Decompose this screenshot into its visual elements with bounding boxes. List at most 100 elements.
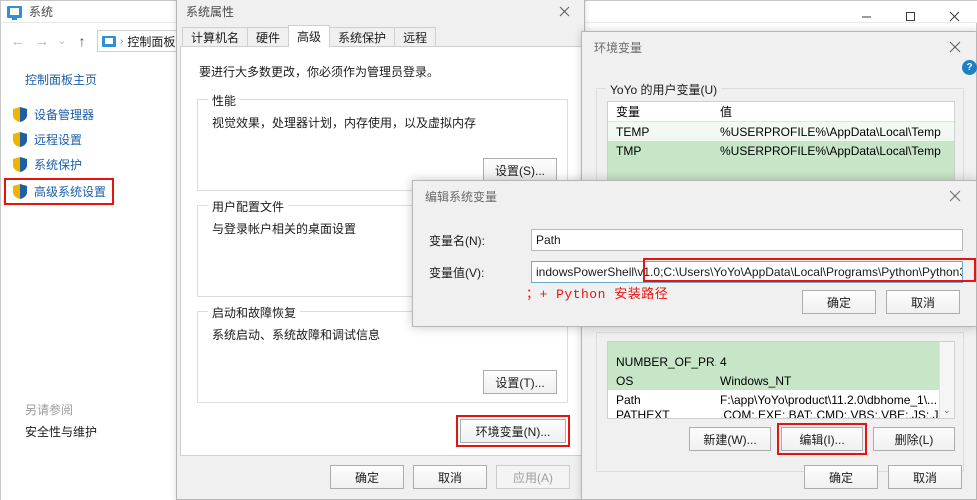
control-panel-home-link[interactable]: 控制面板主页 [1,61,177,88]
system-properties-title: 系统属性 [186,4,235,19]
up-arrow-icon[interactable]: ↑ [71,30,93,52]
system-variables-group: NUMBER_OF_PR... 4 OS Windows_NT Path F:\… [596,332,964,472]
breadcrumb-separator-icon: › [120,35,124,47]
sidebar-item-label: 远程设置 [34,133,83,147]
address-monitor-icon [102,35,116,47]
user-variables-legend: YoYo 的用户变量(U) [606,81,722,98]
edit-system-variable-cancel-button[interactable]: 取消 [886,290,960,314]
performance-legend: 性能 [208,92,241,109]
variable-name-input[interactable]: Path [531,229,963,251]
delete-variable-button[interactable]: 删除(L) [873,427,955,451]
tab-advanced[interactable]: 高级 [288,25,331,47]
shield-icon [13,132,27,147]
edit-system-variable-dialog: 编辑系统变量 变量名(N): Path 变量值(V): indowsPowerS… [412,180,977,327]
variable-value-python-segment: ;C:\Users\YoYo\AppData\Local\Programs\Py… [660,265,963,279]
table-row[interactable]: TEMP %USERPROFILE%\AppData\Local\Temp [608,122,954,141]
variable-value: %USERPROFILE%\AppData\Local\Temp [720,143,941,158]
variable-value: F:\app\YoYo\product\11.2.0\dbhome_1\... [720,392,938,407]
edit-system-variable-ok-button[interactable]: 确定 [802,290,876,314]
sidebar-item-system-protection[interactable]: 系统保护 [1,152,177,177]
tab-hardware[interactable]: 硬件 [247,27,290,47]
minimize-button[interactable] [844,1,888,31]
variable-value-input[interactable]: indowsPowerShell\v1.0 ;C:\Users\YoYo\AppD… [531,261,963,283]
system-variables-scrollbar[interactable]: ⌄ [939,342,954,418]
system-window-title: 系统 [29,5,54,19]
variable-name: TMP [616,143,642,158]
python-path-annotation: ；+ Python 安装路径 [526,287,669,302]
see-also-label: 另请参阅 [25,403,74,417]
environment-variables-ok-button[interactable]: 确定 [804,465,878,489]
breadcrumb-control-panel[interactable]: 控制面板 [127,33,175,50]
table-row[interactable]: NUMBER_OF_PR... 4 [608,352,954,371]
see-also-security-maintenance-link[interactable]: 安全性与维护 [25,423,97,440]
variable-name: NUMBER_OF_PR... [616,354,716,369]
sidebar-item-device-manager[interactable]: 设备管理器 [1,102,177,127]
forward-arrow-icon[interactable]: → [31,30,53,52]
variable-name: TEMP [616,124,650,139]
system-properties-cancel-button[interactable]: 取消 [413,465,487,489]
window-controls [844,1,976,31]
control-panel-link-list: 设备管理器 远程设置 系统保护 高级系统设置 [1,102,177,205]
back-arrow-icon[interactable]: ← [7,30,29,52]
variable-name: PATHEXT [616,409,670,419]
sidebar-item-advanced-system-settings[interactable]: 高级系统设置 [4,178,114,205]
performance-settings-button[interactable]: 设置(S)... [483,158,557,182]
sidebar-item-label: 系统保护 [34,158,83,172]
edit-system-variable-close-icon[interactable] [934,181,976,211]
table-row[interactable]: TMP %USERPROFILE%\AppData\Local\Temp [608,141,954,160]
system-properties-ok-button[interactable]: 确定 [330,465,404,489]
help-question-icon[interactable]: ? [962,60,977,75]
environment-variables-title: 环境变量 [594,40,643,55]
column-header-variable[interactable]: 变量 [608,103,716,120]
performance-description: 视觉效果，处理器计划，内存使用，以及虚拟内存 [212,116,477,130]
startup-recovery-settings-button[interactable]: 设置(T)... [483,370,557,394]
variable-value: 4 [720,354,727,369]
table-row-empty[interactable] [608,160,954,179]
environment-variables-close-icon[interactable] [934,32,976,62]
edit-system-variable-titlebar: 编辑系统变量 [413,181,976,211]
variable-value: %USERPROFILE%\AppData\Local\Temp [720,124,941,139]
sidebar-item-label: 设备管理器 [34,108,95,122]
tab-system-protection[interactable]: 系统保护 [329,27,396,47]
system-properties-tabs: 计算机名 硬件 高级 系统保护 远程 [180,25,583,47]
chevron-down-icon[interactable]: ⌄ [943,405,951,416]
environment-variables-cancel-button[interactable]: 取消 [888,465,962,489]
edit-system-variable-footer: 确定 取消 [802,290,960,314]
table-row[interactable]: PATHEXT .COM;.EXE;.BAT;.CMD;.VBS;.VBE;.J… [608,409,954,419]
variable-value-label: 变量值(V): [429,265,485,280]
new-variable-button[interactable]: 新建(W)... [689,427,771,451]
maximize-button[interactable] [888,1,932,31]
environment-variables-titlebar: 环境变量 [582,32,976,62]
variable-name-field-row: 变量名(N): Path [429,229,963,251]
edit-variable-button[interactable]: 编辑(I)... [777,423,867,455]
system-variables-button-row: 新建(W)... 编辑(I)... 删除(L) [607,423,955,455]
variable-name: Path [616,392,641,407]
close-button[interactable] [932,1,976,31]
shield-icon [13,157,27,172]
variable-name: OS [616,373,634,388]
performance-group: 性能 视觉效果，处理器计划，内存使用，以及虚拟内存 设置(S)... [197,92,568,191]
shield-icon [13,184,27,199]
table-row[interactable]: Path F:\app\YoYo\product\11.2.0\dbhome_1… [608,390,954,409]
shield-icon [13,107,27,122]
recent-locations-icon[interactable]: ⌄ [55,36,69,47]
table-row[interactable]: OS Windows_NT [608,371,954,390]
tab-remote[interactable]: 远程 [394,27,437,47]
variable-value-prefix: indowsPowerShell\v1.0 [536,265,661,279]
environment-variables-button[interactable]: 环境变量(N)... [456,415,570,447]
variable-name-label: 变量名(N): [429,233,485,248]
screen-root: 系统 ← → ⌄ ↑ › 控制面板 控制面板主页 设备管理器 远程设置 系统保护… [0,0,977,500]
tab-computer-name[interactable]: 计算机名 [182,27,249,47]
system-variables-table[interactable]: NUMBER_OF_PR... 4 OS Windows_NT Path F:\… [607,341,955,419]
sidebar-item-label: 高级系统设置 [34,185,107,199]
table-row-partial[interactable] [608,342,954,352]
system-properties-apply-button: 应用(A) [496,465,570,489]
admin-login-note: 要进行大多数更改，你必须作为管理员登录。 [199,65,440,79]
startup-recovery-legend: 启动和故障恢复 [208,304,301,321]
sidebar-item-remote-settings[interactable]: 远程设置 [1,127,177,152]
system-properties-titlebar: 系统属性 [177,0,584,25]
system-properties-close-icon[interactable] [544,0,584,25]
variable-value-field-row: 变量值(V): indowsPowerShell\v1.0 ;C:\Users\Y… [429,261,963,283]
monitor-icon [7,5,22,20]
column-header-value[interactable]: 值 [716,103,954,120]
